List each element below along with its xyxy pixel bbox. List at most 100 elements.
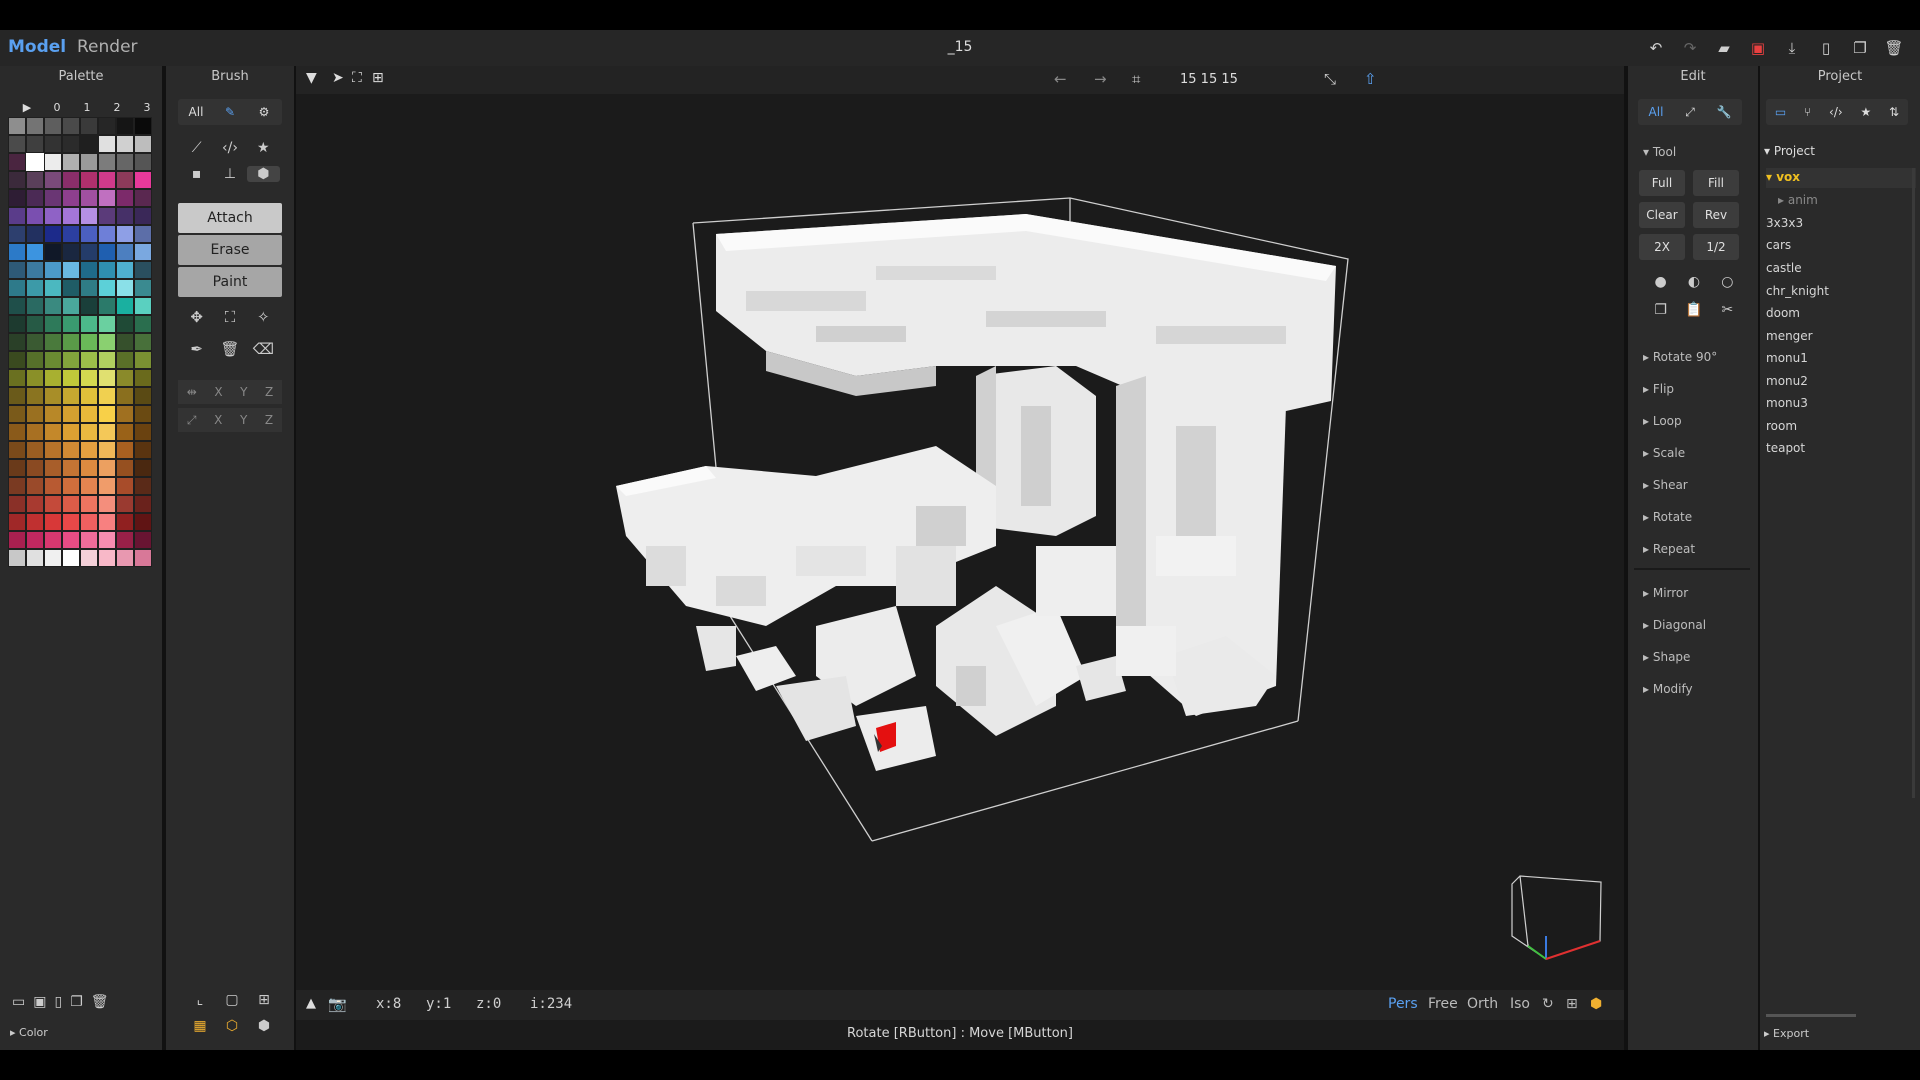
save-icon[interactable]: ▣ bbox=[1744, 36, 1772, 60]
color-swatch[interactable] bbox=[26, 387, 44, 405]
new-palette-icon[interactable]: ▯ bbox=[54, 994, 62, 1010]
view-orth[interactable]: Orth bbox=[1467, 996, 1498, 1012]
color-swatch[interactable] bbox=[8, 531, 26, 549]
extrude-tool-icon[interactable]: ⊥ bbox=[213, 166, 246, 182]
color-swatch[interactable] bbox=[98, 351, 116, 369]
shrink-icon[interactable]: ⤡ bbox=[1324, 70, 1336, 88]
color-swatch[interactable] bbox=[26, 297, 44, 315]
color-swatch[interactable] bbox=[8, 225, 26, 243]
color-swatch[interactable] bbox=[98, 333, 116, 351]
color-swatch[interactable] bbox=[8, 441, 26, 459]
color-swatch[interactable] bbox=[26, 225, 44, 243]
color-swatch[interactable] bbox=[98, 387, 116, 405]
canvas-size-field[interactable]: 15 15 15 bbox=[1180, 72, 1238, 87]
color-swatch[interactable] bbox=[62, 441, 80, 459]
color-swatch[interactable] bbox=[62, 117, 80, 135]
project-item[interactable]: cars bbox=[1766, 238, 1791, 252]
color-swatch[interactable] bbox=[44, 243, 62, 261]
color-swatch[interactable] bbox=[134, 477, 152, 495]
color-swatch[interactable] bbox=[98, 369, 116, 387]
color-swatch[interactable] bbox=[44, 261, 62, 279]
color-swatch[interactable] bbox=[44, 441, 62, 459]
color-swatch[interactable] bbox=[116, 279, 134, 297]
palette-tab-2[interactable]: 2 bbox=[102, 101, 132, 114]
brush-settings-icon[interactable]: ⚙ bbox=[247, 105, 281, 119]
color-swatch[interactable] bbox=[116, 477, 134, 495]
color-swatch[interactable] bbox=[44, 387, 62, 405]
color-swatch[interactable] bbox=[26, 513, 44, 531]
trash-icon[interactable]: 🗑 bbox=[213, 340, 246, 358]
color-swatch[interactable] bbox=[80, 189, 98, 207]
wrench-icon[interactable]: 🔧 bbox=[1707, 105, 1741, 119]
download-icon[interactable]: ⤓ bbox=[1778, 36, 1806, 60]
copy-icon[interactable]: ❐ bbox=[1644, 302, 1677, 318]
section-repeat[interactable]: ▸ Repeat bbox=[1643, 542, 1695, 556]
color-swatch[interactable] bbox=[134, 315, 152, 333]
brush-pen-icon[interactable]: ✎ bbox=[213, 105, 247, 119]
magic-wand-icon[interactable]: ✧ bbox=[247, 308, 280, 326]
color-swatch[interactable] bbox=[44, 531, 62, 549]
color-swatch[interactable] bbox=[62, 135, 80, 153]
clear-palette-icon[interactable]: 🗑 bbox=[91, 994, 109, 1010]
section-loop[interactable]: ▸ Loop bbox=[1643, 414, 1682, 428]
color-swatch[interactable] bbox=[98, 513, 116, 531]
color-swatch[interactable] bbox=[8, 369, 26, 387]
section-scale[interactable]: ▸ Scale bbox=[1643, 446, 1685, 460]
color-swatch[interactable] bbox=[8, 495, 26, 513]
camera-icon[interactable]: 📷 bbox=[328, 995, 347, 1013]
color-swatch[interactable] bbox=[116, 405, 134, 423]
color-swatch[interactable] bbox=[98, 207, 116, 225]
branch-icon[interactable]: ⑂ bbox=[1804, 105, 1811, 119]
color-swatch[interactable] bbox=[26, 549, 44, 567]
color-swatch[interactable] bbox=[134, 225, 152, 243]
view-iso[interactable]: Iso bbox=[1510, 996, 1530, 1012]
sphere-filled-icon[interactable]: ● bbox=[1644, 274, 1677, 290]
color-swatch[interactable] bbox=[62, 369, 80, 387]
cube-view-icon[interactable]: ⬢ bbox=[1590, 996, 1602, 1012]
color-swatch[interactable] bbox=[8, 297, 26, 315]
color-swatch[interactable] bbox=[116, 315, 134, 333]
color-swatch[interactable] bbox=[62, 549, 80, 567]
color-swatch[interactable] bbox=[80, 549, 98, 567]
color-swatch[interactable] bbox=[62, 189, 80, 207]
layout-view-icon[interactable]: ⊞ bbox=[1566, 996, 1578, 1012]
color-swatch[interactable] bbox=[116, 495, 134, 513]
voxel-scene[interactable] bbox=[296, 66, 1624, 1050]
section-flip[interactable]: ▸ Flip bbox=[1643, 382, 1674, 396]
section-shear[interactable]: ▸ Shear bbox=[1643, 478, 1688, 492]
crop-icon[interactable]: ⌗ bbox=[1132, 70, 1140, 88]
project-item[interactable]: 3x3x3 bbox=[1766, 216, 1803, 230]
eraser-icon[interactable]: ⌫ bbox=[247, 340, 280, 358]
grid-icon[interactable]: ⊞ bbox=[248, 992, 280, 1008]
project-item[interactable]: teapot bbox=[1766, 441, 1805, 455]
color-swatch[interactable] bbox=[116, 135, 134, 153]
color-swatch[interactable] bbox=[26, 351, 44, 369]
color-swatch[interactable] bbox=[98, 405, 116, 423]
clear-button[interactable]: Clear bbox=[1639, 202, 1685, 228]
color-swatch[interactable] bbox=[8, 189, 26, 207]
palette-page-tabs[interactable]: ▶ 0 1 2 3 bbox=[12, 101, 162, 114]
color-swatch[interactable] bbox=[62, 315, 80, 333]
color-swatch[interactable] bbox=[80, 441, 98, 459]
color-swatch[interactable] bbox=[26, 261, 44, 279]
scale-z-toggle[interactable]: Z bbox=[265, 413, 273, 427]
color-swatch[interactable] bbox=[26, 423, 44, 441]
color-swatch[interactable] bbox=[44, 117, 62, 135]
reset-view-icon[interactable]: ↻ bbox=[1542, 996, 1554, 1012]
color-swatch[interactable] bbox=[116, 117, 134, 135]
color-swatch[interactable] bbox=[116, 207, 134, 225]
color-swatch[interactable] bbox=[116, 189, 134, 207]
color-swatch[interactable] bbox=[116, 153, 134, 171]
tool-section[interactable]: ▾ Tool bbox=[1643, 145, 1676, 159]
color-swatch[interactable] bbox=[44, 513, 62, 531]
color-swatch[interactable] bbox=[44, 369, 62, 387]
color-swatch[interactable] bbox=[62, 279, 80, 297]
project-hscrollbar[interactable] bbox=[1766, 1014, 1856, 1017]
scale-x-toggle[interactable]: X bbox=[214, 413, 222, 427]
color-swatch[interactable] bbox=[26, 117, 44, 135]
palette-play-tab[interactable]: ▶ bbox=[12, 101, 42, 114]
color-swatch[interactable] bbox=[80, 243, 98, 261]
brush-tab-all[interactable]: All bbox=[179, 105, 213, 119]
sphere-outline-icon[interactable]: ○ bbox=[1711, 274, 1744, 290]
color-swatch[interactable] bbox=[134, 351, 152, 369]
